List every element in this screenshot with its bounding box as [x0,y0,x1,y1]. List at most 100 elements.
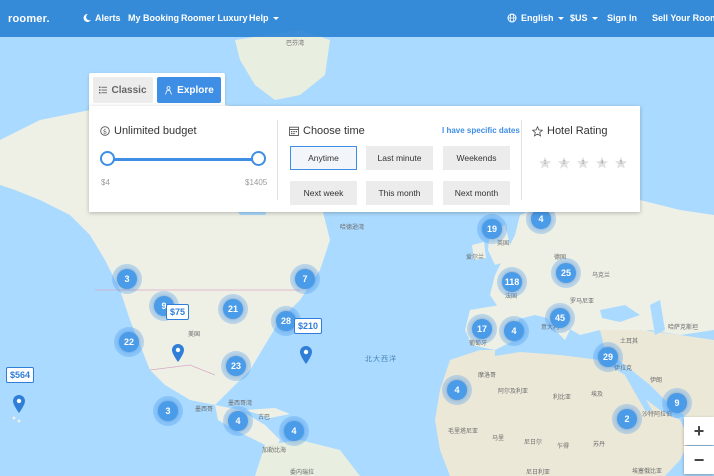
help-menu[interactable]: Help [249,13,279,23]
rating-star-2[interactable]: 2 [557,156,571,170]
rating-star-3[interactable]: 3 [576,156,590,170]
map-label: 墨西哥 [195,406,214,413]
hotel-cluster[interactable]: 4 [223,406,253,436]
time-option-weekends[interactable]: Weekends [443,146,510,170]
budget-max-value: $1405 [245,178,268,187]
map-label: 阿尔及利亚 [498,388,529,395]
cluster-count: 4 [447,380,467,400]
cluster-count: 19 [482,219,502,239]
map-label: 美国 [188,331,201,338]
hotel-cluster[interactable]: 7 [290,264,320,294]
ocean-label: 北大西洋 [365,355,397,363]
specific-dates-link[interactable]: I have specific dates [442,126,520,135]
currency-selector[interactable]: $US [570,13,598,23]
hotel-cluster[interactable]: 3 [153,396,183,426]
help-label: Help [249,13,269,23]
star-number: 2 [562,160,566,166]
hotel-cluster[interactable]: 21 [218,294,248,324]
hotel-cluster[interactable]: 9 [662,388,692,418]
time-option-this-month[interactable]: This month [366,181,433,205]
hotel-cluster[interactable]: 3 [112,264,142,294]
map-label: 乌克兰 [592,272,611,279]
hotel-cluster[interactable]: 4 [499,316,529,346]
price-tag[interactable]: $210 [294,318,323,334]
time-option-next-week[interactable]: Next week [290,181,357,205]
map-label: 哈萨克斯坦 [668,324,699,331]
rating-label: Hotel Rating [547,125,608,137]
cluster-count: 23 [226,356,246,376]
hotel-cluster[interactable]: 2 [612,404,642,434]
hotel-cluster[interactable]: 45 [545,303,575,333]
dollar-circle-icon: $ [100,126,110,136]
rating-star-1[interactable]: 1 [538,156,552,170]
map-label: 埃塞俄比亚 [632,468,663,475]
hotel-cluster[interactable]: 4 [279,416,309,446]
explore-filter-panel: $ Unlimited budget $4 $1405 Choose time … [89,106,640,212]
rating-star-5[interactable]: 5 [614,156,628,170]
map-label: 哈德逊湾 [340,224,365,231]
sell-your-room-link[interactable]: Sell Your Room [652,13,714,23]
cluster-count: 28 [276,311,296,331]
map-label: 土耳其 [620,338,639,345]
cluster-count: 3 [117,269,137,289]
time-option-next-month[interactable]: Next month [443,181,510,205]
calendar-icon [289,126,299,136]
cluster-count: 22 [119,332,139,352]
cluster-count: 4 [531,209,551,229]
time-option-last-minute[interactable]: Last minute [366,146,433,170]
hotel-cluster[interactable]: 25 [551,258,581,288]
star-number: 1 [543,160,547,166]
hotel-cluster[interactable]: 19 [477,214,507,244]
cluster-count: 45 [550,308,570,328]
alerts-link[interactable]: Alerts [82,13,121,23]
roomer-logo[interactable]: roomer. [8,13,50,25]
rating-star-4[interactable]: 4 [595,156,609,170]
star-number: 3 [581,160,585,166]
hotel-cluster[interactable]: 4 [442,375,472,405]
hotel-cluster[interactable]: 17 [467,314,497,344]
zoom-out-button[interactable]: − [684,446,714,474]
map-pin-icon[interactable] [13,395,25,413]
budget-slider-max-handle[interactable] [251,151,266,166]
sign-in-link[interactable]: Sign In [607,13,637,23]
cluster-count: 3 [158,401,178,421]
time-option-anytime[interactable]: Anytime [290,146,357,170]
cluster-count: 4 [228,411,248,431]
map-label: 爱尔兰 [466,254,485,261]
star-number: 4 [600,160,604,166]
alerts-label: Alerts [95,13,121,23]
map-label: 伊朗 [650,377,663,384]
map-pin-icon[interactable] [172,344,184,362]
hotel-cluster[interactable]: 118 [497,267,527,297]
world-map[interactable]: 巴芬湾 哈德逊湾 美国 墨西哥 墨西哥湾 古巴 加勒比海 委内瑞拉 北大西洋 英… [0,0,714,476]
hotel-cluster[interactable]: 29 [593,342,623,372]
time-label: Choose time [303,125,365,137]
budget-min-value: $4 [101,178,110,187]
chevron-down-icon [272,16,279,20]
hotel-cluster[interactable]: 22 [114,327,144,357]
language-selector[interactable]: English [507,13,564,23]
zoom-in-button[interactable]: + [684,417,714,445]
map-label: 委内瑞拉 [290,469,315,476]
tab-classic[interactable]: Classic [93,77,153,103]
language-label: English [521,13,554,23]
cluster-count: 7 [295,269,315,289]
my-booking-link[interactable]: My Booking [128,13,179,23]
map-label: 尼日利亚 [526,469,551,476]
price-tag[interactable]: $564 [6,367,35,383]
hotel-cluster[interactable]: 23 [221,351,251,381]
rating-title: Hotel Rating [532,125,608,137]
roomer-luxury-link[interactable]: Roomer Luxury [181,13,248,23]
section-divider [521,120,522,200]
cluster-count: 4 [284,421,304,441]
tab-explore-label: Explore [177,84,214,96]
cluster-count: 118 [502,272,522,292]
budget-slider-track[interactable] [108,158,259,161]
chevron-down-icon [557,16,564,20]
globe-icon [507,13,517,23]
tab-explore[interactable]: Explore [157,77,221,103]
price-tag[interactable]: $75 [166,304,190,320]
map-pin-icon[interactable] [300,346,312,364]
map-label: 毛里塔尼亚 [448,428,479,435]
budget-slider-min-handle[interactable] [100,151,115,166]
